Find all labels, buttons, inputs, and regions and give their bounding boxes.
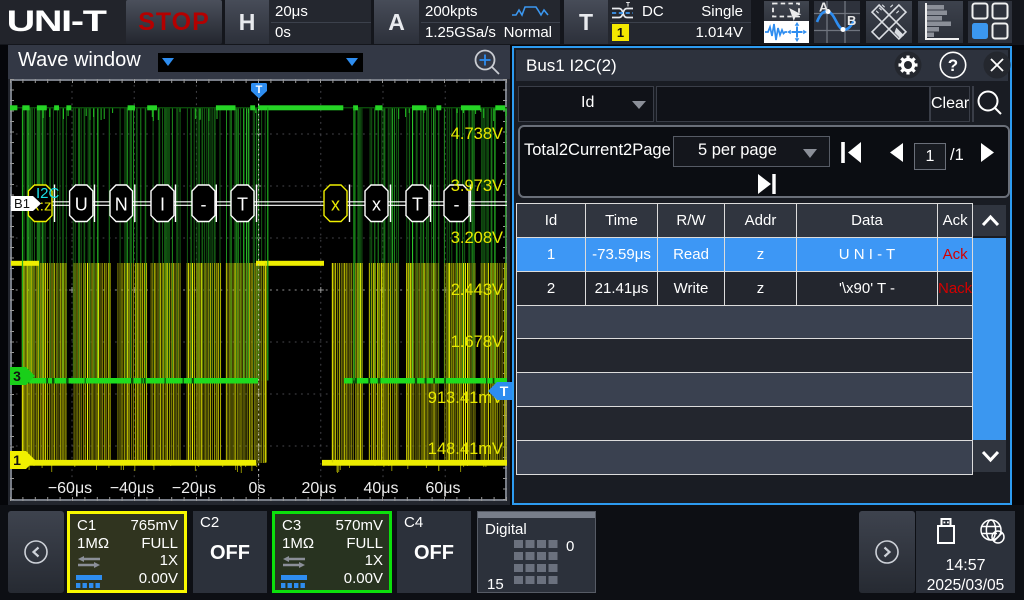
svg-text:B: B xyxy=(847,13,856,28)
svg-text:-: - xyxy=(201,195,207,215)
svg-text:x: x xyxy=(372,195,381,215)
svg-text:T: T xyxy=(237,195,248,215)
svg-text:-: - xyxy=(454,195,460,215)
svg-text:x: x xyxy=(331,195,340,215)
svg-text:?: ? xyxy=(948,56,958,75)
svg-text:T: T xyxy=(500,383,509,399)
svg-text:T: T xyxy=(412,195,423,215)
svg-text:T: T xyxy=(256,84,263,96)
svg-text:3: 3 xyxy=(13,368,21,384)
svg-text:T: T xyxy=(626,2,630,9)
svg-text:N: N xyxy=(115,195,128,215)
svg-text:U: U xyxy=(75,195,88,215)
svg-text:A: A xyxy=(819,1,829,15)
svg-text:1: 1 xyxy=(13,452,21,468)
svg-text:I: I xyxy=(160,195,165,215)
